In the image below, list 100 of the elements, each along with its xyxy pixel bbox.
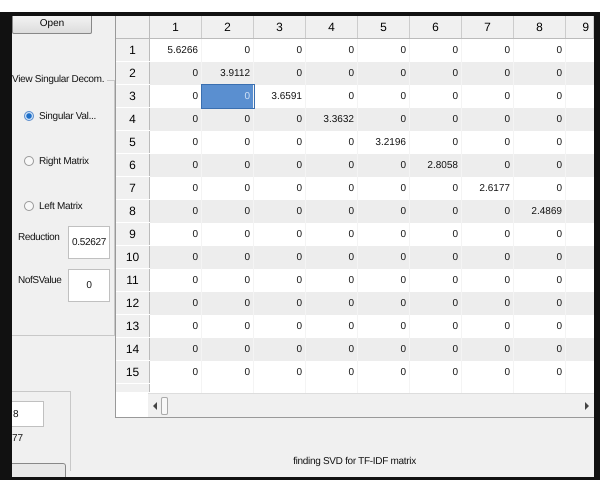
table-cell[interactable]: 0: [150, 108, 202, 130]
table-cell[interactable]: 0: [462, 246, 514, 268]
table-cell[interactable]: 0: [358, 246, 410, 268]
row-header[interactable]: 6: [116, 154, 150, 176]
table-cell[interactable]: 0: [410, 338, 462, 360]
table-cell[interactable]: 0: [254, 154, 306, 176]
singular-value-count-field[interactable]: 0: [68, 268, 110, 302]
table-cell[interactable]: 3.9112: [202, 62, 254, 84]
table-cell[interactable]: 0: [254, 62, 306, 84]
table-cell[interactable]: 0: [254, 200, 306, 222]
radio-button[interactable]: [24, 201, 34, 212]
table-cell[interactable]: 0: [358, 108, 410, 130]
row-header[interactable]: 9: [116, 222, 150, 246]
table-cell[interactable]: 0: [462, 108, 514, 130]
table-cell[interactable]: 2.8058: [410, 154, 462, 176]
reduction-field[interactable]: 0.52627: [68, 226, 110, 259]
row-header[interactable]: 14: [116, 338, 150, 360]
row-header[interactable]: 8: [116, 200, 150, 222]
table-cell[interactable]: 0: [150, 62, 202, 84]
table-cell[interactable]: 0: [514, 108, 566, 130]
table-cell[interactable]: 0: [514, 338, 566, 360]
radio-label[interactable]: Left Matrix: [39, 200, 82, 212]
table-cell[interactable]: 3.3632: [306, 108, 358, 130]
table-cell[interactable]: 0: [462, 200, 514, 222]
column-header[interactable]: 9: [566, 16, 594, 38]
row-header[interactable]: 13: [116, 314, 150, 338]
table-cell[interactable]: 0: [358, 338, 410, 360]
table-cell[interactable]: 0: [358, 154, 410, 176]
row-header[interactable]: 1: [116, 38, 150, 62]
input-field[interactable]: 8: [12, 401, 44, 427]
table-cell[interactable]: 0: [150, 200, 202, 222]
column-header[interactable]: 8: [514, 16, 566, 38]
open-button[interactable]: Open: [12, 16, 92, 34]
table-cell[interactable]: 0: [150, 292, 202, 314]
table-cell[interactable]: 0: [202, 338, 254, 360]
table-cell[interactable]: 0: [462, 154, 514, 176]
column-header[interactable]: 5: [358, 16, 410, 38]
table-cell[interactable]: 0: [202, 108, 254, 130]
table-cell[interactable]: 0: [410, 246, 462, 268]
table-cell[interactable]: 0: [254, 108, 306, 130]
table-cell[interactable]: 0: [202, 154, 254, 176]
row-header[interactable]: 11: [116, 268, 150, 292]
table-cell[interactable]: 0: [358, 62, 410, 84]
column-header[interactable]: 7: [462, 16, 514, 38]
table-cell[interactable]: 0: [358, 360, 410, 384]
table-cell[interactable]: 0: [150, 154, 202, 176]
table-cell[interactable]: 0: [202, 292, 254, 314]
table-cell[interactable]: 0: [410, 292, 462, 314]
table-cell[interactable]: 0: [202, 200, 254, 222]
column-header[interactable]: 2: [202, 16, 254, 38]
radio-label[interactable]: Singular Val...: [39, 110, 96, 122]
row-header[interactable]: 12: [116, 292, 150, 314]
row-header[interactable]: 5: [116, 130, 150, 154]
scroll-right-icon[interactable]: [584, 402, 590, 410]
table-cell[interactable]: 0: [306, 154, 358, 176]
table-cell[interactable]: 0: [254, 360, 306, 384]
table-cell[interactable]: 0: [514, 246, 566, 268]
button[interactable]: [12, 463, 66, 477]
scroll-thumb[interactable]: [161, 397, 168, 415]
table-cell[interactable]: 0: [254, 246, 306, 268]
table-cell[interactable]: 0: [202, 360, 254, 384]
table-cell[interactable]: 0: [150, 246, 202, 268]
radio-button[interactable]: [24, 111, 34, 122]
table-cell[interactable]: 0: [254, 292, 306, 314]
table-cell[interactable]: 0: [358, 200, 410, 222]
table-cell[interactable]: 0: [150, 338, 202, 360]
table-cell[interactable]: 0: [306, 360, 358, 384]
row-header[interactable]: 10: [116, 246, 150, 268]
table-cell[interactable]: 0: [410, 360, 462, 384]
table-cell[interactable]: 0: [514, 62, 566, 84]
table-cell[interactable]: 0: [306, 62, 358, 84]
table-cell[interactable]: 0: [358, 292, 410, 314]
table-cell[interactable]: 0: [410, 200, 462, 222]
table-cell[interactable]: 0: [462, 62, 514, 84]
table-cell[interactable]: 0: [306, 246, 358, 268]
column-header[interactable]: 3: [254, 16, 306, 38]
table-cell[interactable]: 0: [462, 338, 514, 360]
table-cell[interactable]: 0: [306, 292, 358, 314]
table-cell[interactable]: 0: [410, 62, 462, 84]
table-cell[interactable]: 0: [254, 338, 306, 360]
row-header[interactable]: 4: [116, 108, 150, 130]
row-header[interactable]: 2: [116, 62, 150, 84]
table-cell[interactable]: 0: [150, 360, 202, 384]
table-cell[interactable]: 0: [306, 338, 358, 360]
table-cell[interactable]: 0: [514, 154, 566, 176]
column-header[interactable]: 1: [150, 16, 202, 38]
radio-button[interactable]: [24, 156, 34, 166]
radio-label[interactable]: Right Matrix: [39, 156, 89, 167]
column-header[interactable]: 6: [410, 16, 462, 38]
table-cell[interactable]: 0: [462, 360, 514, 384]
table-cell[interactable]: 2.4869: [514, 200, 566, 222]
table-cell[interactable]: 0: [514, 292, 566, 314]
table-cell[interactable]: 0: [306, 200, 358, 222]
table-cell[interactable]: 0: [514, 360, 566, 384]
row-header[interactable]: 7: [116, 176, 150, 200]
table-cell[interactable]: 0: [202, 246, 254, 268]
row-header[interactable]: 3: [116, 84, 150, 108]
scroll-left-icon[interactable]: [152, 402, 158, 410]
horizontal-scrollbar[interactable]: [148, 393, 594, 417]
column-header[interactable]: 4: [306, 16, 358, 38]
